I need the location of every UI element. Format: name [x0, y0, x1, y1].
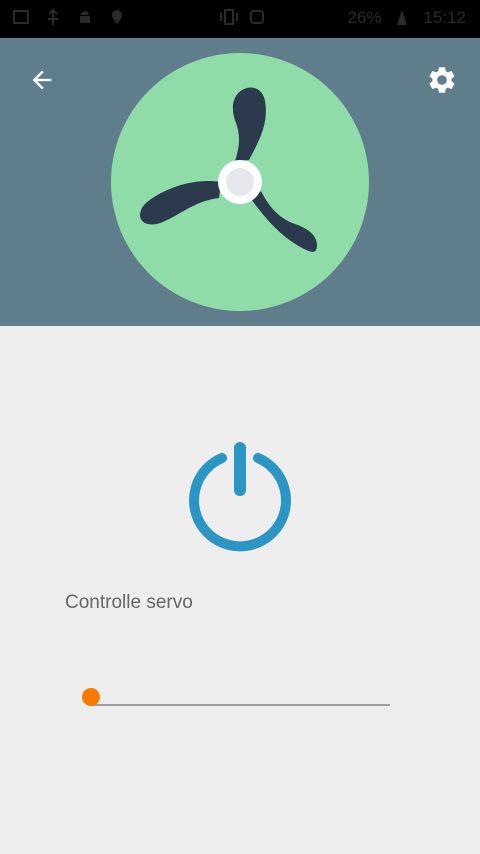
status-right: 26% 15:12	[347, 8, 466, 28]
header	[0, 38, 480, 326]
power-button[interactable]	[186, 440, 294, 554]
status-left-icons	[12, 8, 126, 26]
back-button[interactable]	[22, 60, 62, 100]
battery-percent: 26%	[347, 8, 382, 27]
arrow-back-icon	[32, 70, 52, 90]
usb-icon	[44, 8, 62, 26]
gear-icon	[429, 67, 455, 93]
servo-label: Controlle servo	[65, 592, 193, 613]
location-icon	[108, 8, 126, 26]
power-icon	[189, 442, 291, 552]
vibrate-icon	[220, 8, 238, 26]
status-center-icons	[220, 8, 266, 26]
android-icon	[76, 8, 94, 26]
image-notification-icon	[12, 8, 30, 26]
slider-thumb[interactable]	[82, 688, 100, 706]
servo-slider[interactable]	[80, 686, 392, 710]
fan-icon	[111, 53, 369, 311]
sync-icon	[248, 8, 266, 26]
battery-icon	[393, 9, 411, 27]
status-bar: 26% 15:12	[0, 0, 480, 38]
clock: 15:12	[423, 8, 466, 27]
slider-track	[90, 704, 390, 706]
settings-button[interactable]	[422, 60, 462, 100]
